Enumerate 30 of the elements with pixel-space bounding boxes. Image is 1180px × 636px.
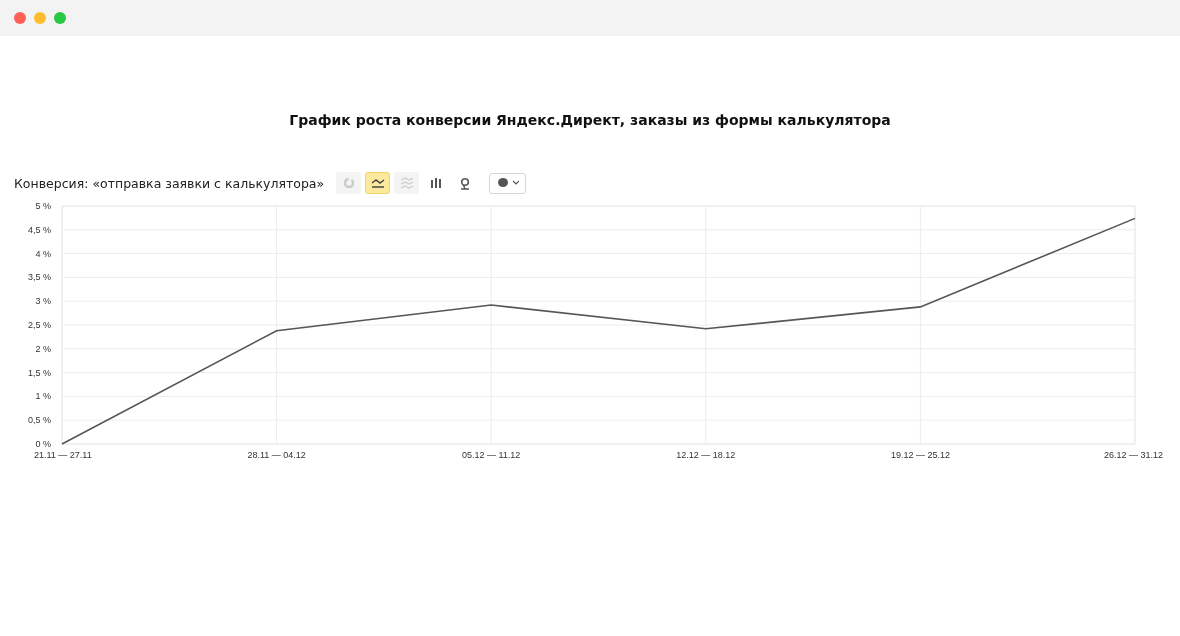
comments-dropdown[interactable]: [489, 172, 527, 194]
chart-heading: График роста конверсии Яндекс.Директ, заказы из формы калькулятора: [288, 112, 892, 128]
y-axis-label: 2 %: [35, 343, 51, 354]
y-axis-label: 0,5 %: [28, 415, 51, 426]
area-chart-icon: [399, 177, 414, 189]
y-axis-label: 1 %: [35, 391, 51, 402]
metric-label: Конверсия: «отправка заявки с калькулятора»: [14, 175, 325, 191]
y-axis-label: 4,5 %: [28, 224, 51, 235]
x-axis-label: 12.12 — 18.12: [676, 450, 736, 460]
y-axis-label: 4 %: [35, 248, 51, 259]
y-axis-label: 1,5 %: [28, 367, 51, 378]
minimize-button[interactable]: [34, 12, 46, 24]
bar-chart-icon: [429, 177, 442, 189]
chart-type-button[interactable]: [365, 172, 391, 194]
map-pin-icon: [458, 176, 471, 190]
line-chart-icon: [370, 178, 385, 188]
x-axis-label: 21.11 — 27.11: [34, 450, 92, 460]
x-axis-label: 26.12 — 31.12: [1103, 450, 1163, 460]
x-axis-label: 05.12 — 11.12: [462, 450, 521, 460]
donut-icon: [342, 177, 355, 189]
y-axis-label: 5 %: [35, 201, 51, 211]
y-axis-label: 3,5 %: [28, 272, 51, 283]
speech-bubble-icon: [496, 177, 519, 189]
maximize-button[interactable]: [54, 12, 66, 24]
x-axis-label: 19.12 — 25.12: [890, 450, 950, 460]
close-button[interactable]: [14, 12, 26, 24]
y-axis-label: 2,5 %: [28, 320, 51, 330]
y-axis-label: 3 %: [35, 296, 51, 307]
y-axis-label: 0 %: [35, 439, 51, 449]
x-axis-label: 28.11 — 04.12: [247, 450, 306, 460]
